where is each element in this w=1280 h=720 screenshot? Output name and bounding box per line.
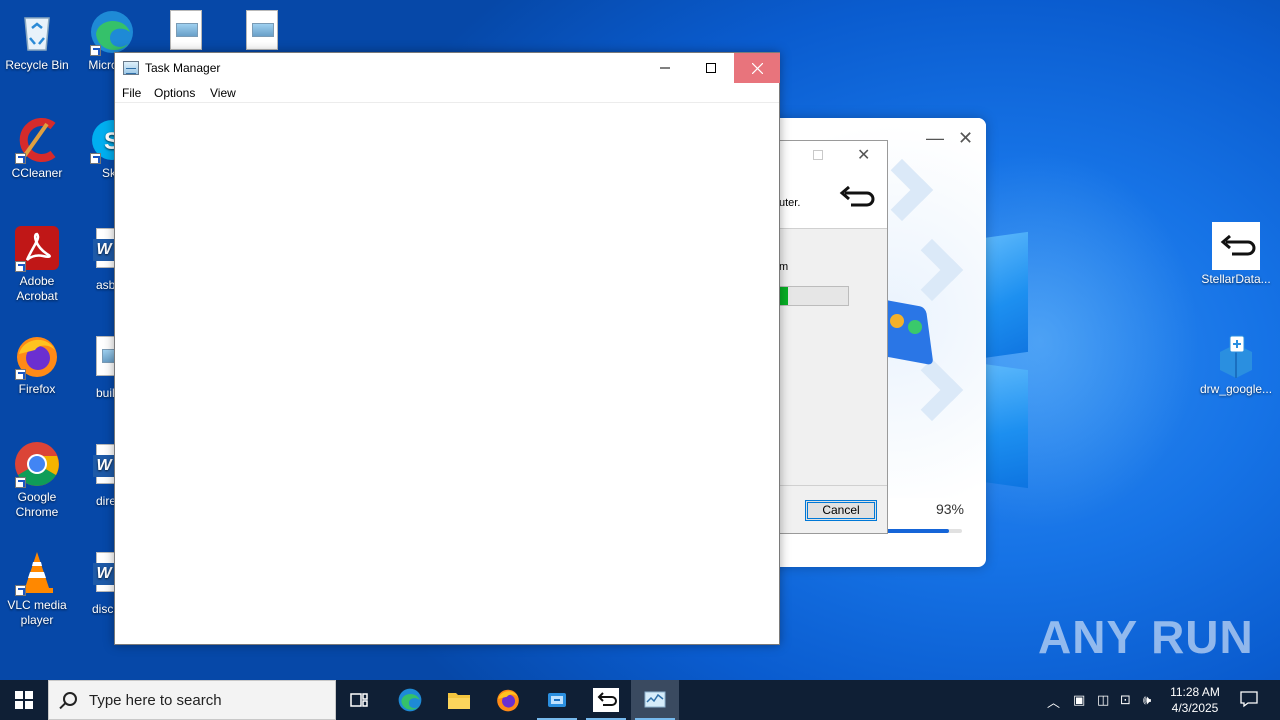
clock-time: 11:28 AM — [1170, 685, 1220, 699]
task-manager-icon — [123, 61, 139, 75]
taskbar: Type here to search ︿ ▣ ◫ ⊡ 🕪 11:28 AM 4… — [0, 680, 1280, 720]
shortcut-arrow-icon — [90, 45, 101, 56]
tray-network-adapter-icon[interactable]: ▣ — [1073, 692, 1085, 708]
menu-options[interactable]: Options — [154, 86, 195, 100]
vlc-cone-icon — [13, 548, 61, 596]
task-manager-icon — [644, 691, 666, 708]
chrome-icon — [13, 440, 61, 488]
installer-box-icon — [1212, 332, 1260, 380]
shortcut-arrow-icon — [15, 261, 26, 272]
folder-icon — [448, 693, 470, 709]
taskbar-installer[interactable] — [533, 680, 581, 720]
setup-close-icon[interactable]: ✕ — [857, 145, 870, 165]
desktop-icon-vlc[interactable]: VLC media player — [1, 548, 73, 628]
desktop-icon-drw-google[interactable]: drw_google... — [1200, 332, 1272, 397]
tray-network-icon[interactable]: ⊡ — [1120, 692, 1131, 708]
taskbar-firefox[interactable] — [484, 680, 532, 720]
search-placeholder: Type here to search — [89, 692, 222, 709]
stellar-undo-icon — [593, 688, 619, 712]
setup-progress-fill — [780, 287, 789, 305]
taskbar-task-manager[interactable] — [631, 680, 679, 720]
installer-percent: 93% — [935, 501, 964, 517]
anyrun-watermark: ANY RUN — [1038, 611, 1254, 663]
desktop-icon-recycle-bin[interactable]: Recycle Bin — [1, 8, 73, 73]
shortcut-arrow-icon — [15, 153, 26, 164]
taskbar-stellar[interactable] — [582, 680, 630, 720]
setup-header-text: uter. — [779, 197, 801, 209]
image-file-icon — [162, 10, 210, 58]
image-file-icon — [238, 10, 286, 58]
installer-app-icon — [548, 693, 566, 707]
minimize-icon — [660, 67, 670, 69]
firefox-icon — [13, 332, 61, 380]
ccleaner-icon — [13, 116, 61, 164]
setup-dialog[interactable]: ✕ uter. m Cancel — [770, 140, 888, 534]
close-icon — [751, 62, 763, 74]
tray-device-icon[interactable]: ◫ — [1097, 692, 1109, 708]
stellar-logo-icon — [839, 185, 875, 207]
shortcut-arrow-icon — [90, 153, 101, 164]
setup-header: ✕ uter. — [771, 141, 887, 229]
cancel-button[interactable]: Cancel — [805, 500, 877, 521]
firefox-icon — [497, 689, 519, 712]
maximize-icon — [706, 63, 716, 73]
title-bar[interactable]: Task Manager — [115, 53, 780, 83]
desktop-icon-label: VLC media player — [7, 598, 67, 627]
menu-file[interactable]: File — [122, 86, 141, 100]
adobe-acrobat-icon — [13, 224, 61, 272]
tray-chevron-up-icon[interactable]: ︿ — [1047, 692, 1060, 711]
desktop-icon-firefox[interactable]: Firefox — [1, 332, 73, 397]
desktop-icon-label: drw_google... — [1200, 382, 1273, 396]
desktop-icon-label: Firefox — [18, 382, 56, 396]
edge-icon — [398, 688, 422, 712]
tray-volume-icon[interactable]: 🕪 — [1143, 692, 1151, 708]
installer-close-icon[interactable]: ✕ — [958, 128, 973, 148]
taskbar-search-box[interactable]: Type here to search — [48, 680, 336, 720]
start-button[interactable] — [0, 680, 48, 720]
close-button[interactable] — [734, 53, 780, 83]
desktop-icon-google-chrome[interactable]: Google Chrome — [1, 440, 73, 520]
shortcut-arrow-icon — [15, 369, 26, 380]
taskbar-file-explorer[interactable] — [435, 680, 483, 720]
maximize-button[interactable] — [688, 53, 734, 83]
desktop-icon-label: CCleaner — [11, 166, 63, 180]
desktop-icon-ccleaner[interactable]: CCleaner — [1, 116, 73, 181]
edge-icon — [88, 8, 136, 56]
desktop-icon-label: Adobe Acrobat — [16, 274, 58, 303]
setup-maximize-icon — [813, 150, 823, 160]
desktop-icon-label: Recycle Bin — [5, 58, 69, 72]
task-manager-window[interactable]: Task Manager File Options View — [114, 52, 780, 645]
minimize-button[interactable] — [642, 53, 688, 83]
window-title: Task Manager — [145, 61, 221, 75]
installer-minimize-icon[interactable]: — — [926, 128, 944, 148]
shortcut-arrow-icon — [15, 585, 26, 596]
stellar-undo-icon — [1212, 222, 1260, 270]
windows-start-icon — [15, 691, 33, 709]
task-view-button[interactable] — [336, 680, 384, 720]
task-view-icon — [350, 693, 368, 707]
taskbar-edge[interactable] — [386, 680, 434, 720]
desktop-icon-stellar-data[interactable]: StellarData... — [1200, 222, 1272, 287]
taskbar-clock[interactable]: 11:28 AM 4/3/2025 — [1162, 684, 1228, 716]
action-center-icon[interactable] — [1240, 690, 1258, 711]
recycle-bin-icon — [13, 8, 61, 56]
shortcut-arrow-icon — [15, 477, 26, 488]
desktop-icon-adobe-acrobat[interactable]: Adobe Acrobat — [1, 224, 73, 304]
setup-progress-bar — [779, 286, 849, 306]
desktop-icon-label: StellarData... — [1201, 272, 1271, 286]
setup-status-text: m — [779, 261, 789, 273]
menu-bar: File Options View — [115, 83, 779, 103]
clock-date: 4/3/2025 — [1171, 701, 1219, 715]
search-icon — [63, 692, 77, 706]
desktop-icon-label: Google Chrome — [15, 490, 59, 519]
menu-view[interactable]: View — [210, 86, 236, 100]
